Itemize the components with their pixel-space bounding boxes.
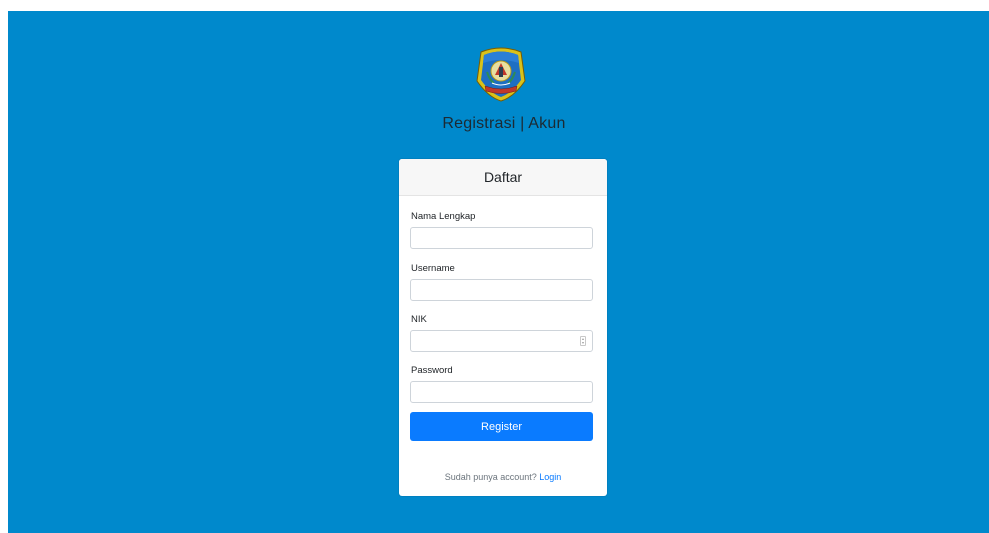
page-title: Registrasi | Akun	[442, 115, 566, 132]
nik-label: NIK	[411, 314, 427, 325]
register-button[interactable]: Register	[410, 412, 593, 441]
login-prompt-text: Sudah punya account?	[444, 472, 537, 482]
password-input[interactable]	[410, 381, 593, 403]
login-prompt: Sudah punya account? Login	[399, 472, 607, 482]
card-header-title: Daftar	[399, 159, 607, 196]
username-label: Username	[411, 263, 455, 274]
number-spinner-icon[interactable]	[580, 336, 586, 346]
full-name-label: Nama Lengkap	[411, 211, 476, 222]
nik-input[interactable]	[410, 330, 593, 352]
register-card: Daftar Nama Lengkap Username NIK Passwor…	[399, 159, 607, 496]
emblem-logo	[474, 45, 528, 103]
login-link[interactable]: Login	[539, 472, 561, 482]
username-input[interactable]	[410, 279, 593, 301]
full-name-input[interactable]	[410, 227, 593, 249]
password-label: Password	[411, 365, 453, 376]
